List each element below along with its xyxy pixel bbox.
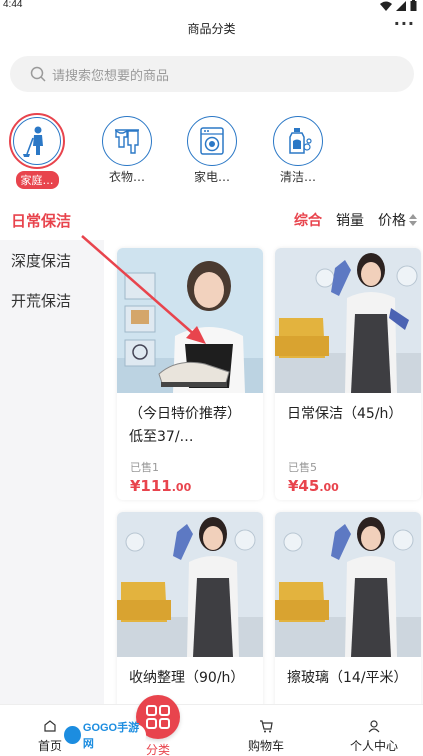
category-label: 清洁… [279,170,316,184]
category-clothing[interactable]: 衣物… [92,112,162,185]
product-image [275,512,421,657]
watermark-logo [64,726,81,744]
wifi-icon [380,1,392,11]
tab-category-label: 分类 [145,743,170,756]
search-placeholder: 请搜索您想要的商品 [52,68,170,84]
sub-category-sidebar: 日常保洁 深度保洁 开荒保洁 [0,200,104,704]
product-price-decimal: .00 [319,481,339,494]
user-icon [368,720,380,733]
product-name: （今日特价推荐）低至37/… [129,406,241,445]
product-price: ¥45.00 [275,475,421,495]
category-label: 家电… [193,170,230,184]
tab-home-label: 首页 [37,739,62,753]
product-price-decimal: .00 [171,481,192,494]
grid-icon [146,705,170,729]
search-bar[interactable]: 请搜索您想要的商品 [10,56,414,92]
sort-sales[interactable]: 销量 [336,210,364,230]
clothes-icon [115,129,139,154]
sort-price-label: 价格 [378,213,406,229]
tab-profile-label: 个人中心 [349,739,398,753]
product-image [117,248,263,393]
top-bar: 商品分类 ··· [0,12,423,44]
product-image [275,248,421,393]
category-household-cleaning[interactable]: 家庭… [2,112,72,189]
page-title: 商品分类 [187,22,236,36]
cart-icon [260,720,273,733]
product-price-integer: ¥45 [288,477,320,495]
product-sold: 已售5 [288,461,317,474]
category-row: 家庭… 衣物… 家电… 清洁… [0,112,423,192]
washing-machine-icon [200,127,224,155]
watermark-text: GOGO手游网 [82,722,140,750]
product-price-integer: ¥111 [130,477,172,495]
product-sold: 已售1 [130,461,159,474]
product-image [117,512,263,657]
product-card[interactable]: 擦玻璃（14/平米） [275,512,421,712]
tab-profile[interactable]: 个人中心 [334,719,414,754]
sidebar-item-move-in-cleaning[interactable]: 开荒保洁 [0,280,104,320]
detergent-icon [289,128,312,154]
category-label: 衣物… [108,170,145,184]
category-cleaning-supplies[interactable]: 清洁… [263,112,333,185]
signal-icon [396,0,406,11]
tab-cart[interactable]: 购物车 [226,719,306,754]
product-card[interactable]: （今日特价推荐）低至37/… 已售1 ¥111.00 [117,248,263,500]
cleaner-icon [23,126,43,157]
category-label: 家庭… [15,171,59,189]
sort-price[interactable]: 价格 [378,210,417,230]
product-price: ¥111.00 [117,475,263,495]
product-card[interactable]: 日常保洁（45/h） 已售5 ¥45.00 [275,248,421,500]
watermark: GOGO手游网 [62,722,146,750]
sidebar-item-daily-cleaning[interactable]: 日常保洁 [0,200,104,240]
system-icons [380,0,417,11]
product-card[interactable]: 收纳整理（90/h） [117,512,263,712]
sort-composite[interactable]: 综合 [294,210,322,230]
status-bar: 4:44 [0,0,423,12]
search-icon [30,66,46,82]
battery-icon [410,0,417,11]
more-menu-button[interactable]: ··· [394,14,415,33]
status-time: 4:44 [3,0,23,10]
home-icon [44,720,56,732]
category-appliance[interactable]: 家电… [177,112,247,185]
product-name: 日常保洁（45/h） [287,406,403,422]
tab-cart-label: 购物车 [247,739,284,753]
sidebar-item-deep-cleaning[interactable]: 深度保洁 [0,240,104,280]
sort-arrows-icon [409,214,417,226]
sort-bar: 综合 销量 价格 [294,210,417,230]
